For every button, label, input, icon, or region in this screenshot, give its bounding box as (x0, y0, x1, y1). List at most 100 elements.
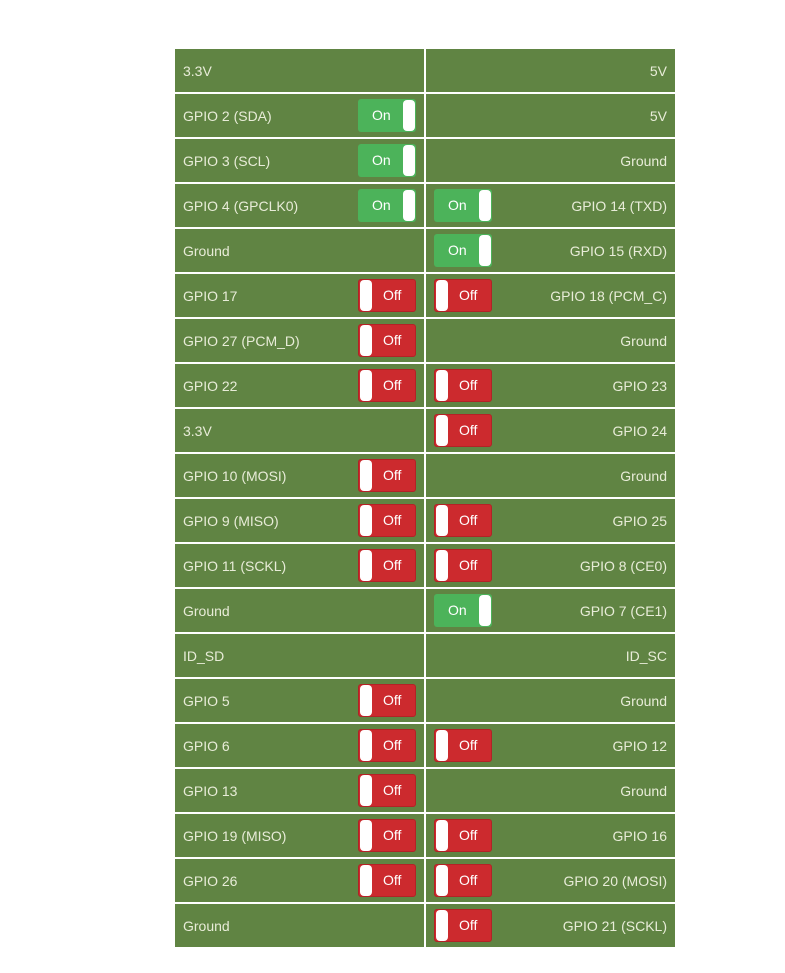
toggle-state-label: Off (383, 737, 402, 753)
toggle-state-label: On (448, 197, 467, 213)
pin-toggle-switch[interactable]: Off (434, 414, 492, 447)
pin-cell-right: GPIO 14 (TXD) On (426, 184, 675, 227)
toggle-knob[interactable] (360, 505, 372, 536)
pin-cell-left: 3.3V (175, 409, 424, 452)
toggle-knob[interactable] (403, 100, 415, 131)
toggle-knob[interactable] (360, 820, 372, 851)
toggle-knob[interactable] (360, 865, 372, 896)
pin-label: GPIO 24 (612, 422, 667, 439)
toggle-state-label: Off (459, 827, 478, 843)
pin-label: Ground (620, 152, 667, 169)
pin-label: GPIO 15 (RXD) (569, 242, 667, 259)
toggle-knob[interactable] (403, 145, 415, 176)
pin-label: 3.3V (183, 62, 212, 79)
pin-toggle-switch[interactable]: On (358, 144, 416, 177)
pin-cell-right: 5V (426, 49, 675, 92)
toggle-knob[interactable] (436, 280, 448, 311)
toggle-knob[interactable] (436, 910, 448, 941)
pin-label: GPIO 27 (PCM_D) (183, 332, 300, 349)
pin-toggle-switch[interactable]: Off (434, 504, 492, 537)
pin-toggle-switch[interactable]: Off (358, 774, 416, 807)
pin-cell-left: GPIO 27 (PCM_D) Off (175, 319, 424, 362)
pin-label: ID_SC (625, 647, 667, 664)
toggle-knob[interactable] (360, 685, 372, 716)
pin-toggle-switch[interactable]: On (358, 189, 416, 222)
pin-label: 5V (649, 62, 667, 79)
pin-label: GPIO 23 (612, 377, 667, 394)
pin-toggle-switch[interactable]: Off (358, 369, 416, 402)
pin-toggle-switch[interactable]: On (434, 594, 492, 627)
pin-toggle-switch[interactable]: Off (358, 729, 416, 762)
toggle-state-label: Off (383, 377, 402, 393)
toggle-knob[interactable] (360, 730, 372, 761)
toggle-knob[interactable] (403, 190, 415, 221)
pin-cell-left: GPIO 22 Off (175, 364, 424, 407)
pin-toggle-switch[interactable]: On (358, 99, 416, 132)
pin-toggle-switch[interactable]: Off (434, 819, 492, 852)
toggle-state-label: Off (459, 917, 478, 933)
toggle-knob[interactable] (479, 595, 491, 626)
toggle-knob[interactable] (436, 415, 448, 446)
pin-label: GPIO 9 (MISO) (183, 512, 279, 529)
pin-label: GPIO 19 (MISO) (183, 827, 287, 844)
pin-cell-left: GPIO 2 (SDA) On (175, 94, 424, 137)
pin-label: GPIO 20 (MOSI) (563, 872, 667, 889)
pin-toggle-switch[interactable]: Off (358, 549, 416, 582)
pin-cell-right: Ground (426, 769, 675, 812)
toggle-state-label: On (448, 242, 467, 258)
toggle-state-label: On (448, 602, 467, 618)
toggle-knob[interactable] (436, 730, 448, 761)
pin-toggle-switch[interactable]: On (434, 234, 492, 267)
pin-label: GPIO 8 (CE0) (579, 557, 667, 574)
toggle-state-label: Off (383, 287, 402, 303)
pin-toggle-switch[interactable]: Off (358, 324, 416, 357)
pin-toggle-switch[interactable]: Off (434, 549, 492, 582)
pin-cell-right: GPIO 16 Off (426, 814, 675, 857)
toggle-knob[interactable] (436, 820, 448, 851)
pin-toggle-switch[interactable]: Off (434, 369, 492, 402)
toggle-knob[interactable] (360, 370, 372, 401)
pin-cell-left: GPIO 6 Off (175, 724, 424, 767)
pin-label: Ground (183, 242, 230, 259)
toggle-state-label: Off (459, 512, 478, 528)
pin-toggle-switch[interactable]: Off (358, 864, 416, 897)
pin-toggle-switch[interactable]: Off (434, 279, 492, 312)
pin-label: Ground (620, 467, 667, 484)
pin-toggle-switch[interactable]: Off (358, 279, 416, 312)
toggle-knob[interactable] (360, 550, 372, 581)
pin-cell-right: Ground (426, 454, 675, 497)
toggle-knob[interactable] (436, 865, 448, 896)
pin-cell-left: GPIO 13 Off (175, 769, 424, 812)
pin-toggle-switch[interactable]: Off (434, 729, 492, 762)
pin-label: Ground (620, 782, 667, 799)
toggle-state-label: Off (459, 422, 478, 438)
pin-toggle-switch[interactable]: Off (358, 459, 416, 492)
pin-toggle-switch[interactable]: Off (358, 504, 416, 537)
pin-toggle-switch[interactable]: Off (358, 684, 416, 717)
toggle-knob[interactable] (360, 775, 372, 806)
pin-label: GPIO 11 (SCKL) (183, 557, 287, 574)
pin-toggle-switch[interactable]: On (434, 189, 492, 222)
pin-cell-right: GPIO 21 (SCKL) Off (426, 904, 675, 947)
toggle-state-label: On (372, 197, 391, 213)
toggle-knob[interactable] (360, 280, 372, 311)
pin-label: GPIO 26 (183, 872, 238, 889)
pin-toggle-switch[interactable]: Off (434, 909, 492, 942)
toggle-knob[interactable] (360, 460, 372, 491)
pin-toggle-switch[interactable]: Off (358, 819, 416, 852)
pin-cell-right: GPIO 24 Off (426, 409, 675, 452)
pin-toggle-switch[interactable]: Off (434, 864, 492, 897)
toggle-state-label: Off (383, 557, 402, 573)
toggle-knob[interactable] (479, 190, 491, 221)
toggle-knob[interactable] (436, 550, 448, 581)
toggle-knob[interactable] (436, 370, 448, 401)
pin-cell-left: GPIO 10 (MOSI) Off (175, 454, 424, 497)
pin-label: GPIO 22 (183, 377, 238, 394)
pin-cell-left: GPIO 9 (MISO) Off (175, 499, 424, 542)
toggle-knob[interactable] (479, 235, 491, 266)
pin-label: GPIO 21 (SCKL) (562, 917, 667, 934)
toggle-knob[interactable] (436, 505, 448, 536)
pin-label: GPIO 14 (TXD) (571, 197, 667, 214)
toggle-knob[interactable] (360, 325, 372, 356)
toggle-state-label: On (372, 152, 391, 168)
